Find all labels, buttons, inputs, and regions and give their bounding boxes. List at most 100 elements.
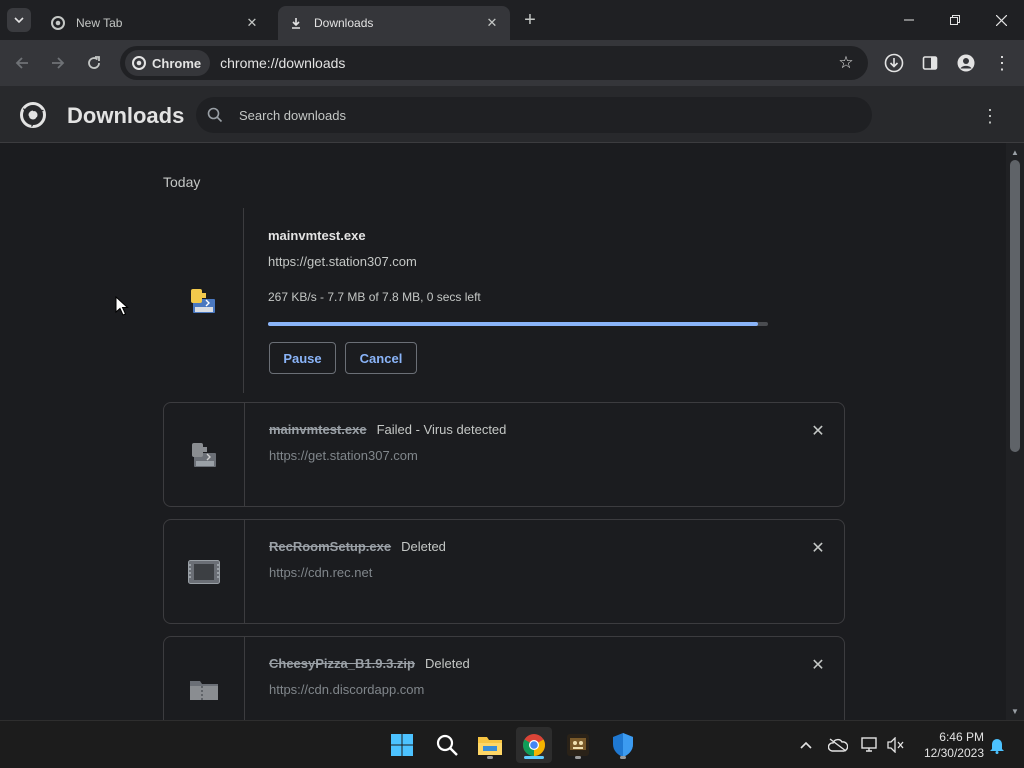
status-text: Deleted <box>401 539 446 554</box>
status-text: Deleted <box>424 656 470 671</box>
new-tab-button[interactable]: + <box>518 8 542 32</box>
notifications-button[interactable] <box>987 735 1007 755</box>
chrome-icon <box>50 15 66 31</box>
start-button[interactable] <box>384 727 420 763</box>
cancel-button[interactable]: Cancel <box>345 342 417 374</box>
file-url[interactable]: https://cdn.rec.net <box>269 565 372 580</box>
close-icon: ✕ <box>811 540 825 557</box>
search-icon <box>207 107 223 123</box>
network-button[interactable] <box>860 735 880 755</box>
network-icon <box>861 737 877 752</box>
file-icon-column <box>164 520 245 623</box>
chrome-icon <box>523 734 545 756</box>
close-icon: ✕ <box>811 423 825 440</box>
downloads-button[interactable] <box>880 49 908 77</box>
system-clock[interactable]: 6:46 PM 12/30/2023 <box>916 729 984 761</box>
chevron-up-icon <box>800 741 812 749</box>
file-explorer-button[interactable] <box>472 727 508 763</box>
chrome-icon <box>132 56 146 70</box>
running-indicator <box>620 756 626 759</box>
star-icon: ☆ <box>838 53 854 72</box>
more-vert-icon: ⋮ <box>993 52 1011 73</box>
restore-button[interactable] <box>932 0 978 40</box>
download-circle-icon <box>884 53 904 73</box>
tab-title: New Tab <box>76 16 123 30</box>
close-icon[interactable]: ✕ <box>244 15 260 31</box>
arrow-left-icon <box>15 57 28 69</box>
address-bar[interactable]: Chrome chrome://downloads ☆ <box>120 46 868 80</box>
close-icon[interactable]: ✕ <box>484 15 500 31</box>
folder-icon <box>478 737 502 755</box>
tray-overflow-button[interactable] <box>796 735 816 755</box>
url-text[interactable]: chrome://downloads <box>220 55 345 71</box>
file-name-row: mainvmtest.exe Failed - Virus detected <box>269 422 506 437</box>
close-window-button[interactable] <box>978 0 1024 40</box>
onedrive-button[interactable] <box>828 735 848 755</box>
file-name-row: CheesyPizza_B1.9.3.zip Deleted <box>269 656 470 671</box>
back-button[interactable] <box>8 49 36 77</box>
scrollbar[interactable]: ▲ ▼ <box>1006 143 1024 720</box>
download-item: mainvmtest.exe Failed - Virus detected ht… <box>163 402 845 507</box>
search-input[interactable] <box>239 107 839 123</box>
forward-button[interactable] <box>44 49 72 77</box>
file-url[interactable]: https://get.station307.com <box>269 448 418 463</box>
scroll-up-icon[interactable]: ▲ <box>1010 147 1020 157</box>
game-app-icon <box>567 734 589 756</box>
chrome-taskbar-button[interactable] <box>516 727 552 763</box>
search-button[interactable] <box>429 727 465 763</box>
downloads-list: Today mainvmtest.exe https://get.station… <box>0 143 1006 720</box>
clock-time: 6:46 PM <box>939 730 984 744</box>
file-name[interactable]: mainvmtest.exe <box>269 422 367 437</box>
game-app-button[interactable] <box>560 727 596 763</box>
more-vert-icon: ⋮ <box>981 105 999 126</box>
date-heading: Today <box>163 174 201 190</box>
browser-toolbar: Chrome chrome://downloads ☆ ⋮ <box>0 40 1024 86</box>
download-item-active: mainvmtest.exe https://get.station307.co… <box>163 208 845 393</box>
running-indicator <box>575 756 581 759</box>
file-name[interactable]: RecRoomSetup.exe <box>269 539 391 554</box>
profile-button[interactable] <box>952 49 980 77</box>
restore-icon <box>950 15 960 25</box>
search-icon <box>436 734 458 756</box>
tab-search-button[interactable] <box>7 8 31 32</box>
chrome-logo-icon <box>20 102 46 128</box>
file-name-row: RecRoomSetup.exe Deleted <box>269 539 446 554</box>
bookmark-button[interactable]: ☆ <box>836 53 856 73</box>
running-indicator <box>487 756 493 759</box>
file-name[interactable]: CheesyPizza_B1.9.3.zip <box>269 656 415 671</box>
minimize-button[interactable] <box>886 0 932 40</box>
file-url[interactable]: https://get.station307.com <box>268 254 417 269</box>
file-icon-column <box>163 208 244 393</box>
scroll-down-icon[interactable]: ▼ <box>1010 706 1020 716</box>
reload-button[interactable] <box>80 49 108 77</box>
remove-button[interactable]: ✕ <box>808 538 828 558</box>
tab-new-tab[interactable]: New Tab ✕ <box>40 6 270 40</box>
plus-icon: + <box>524 8 536 31</box>
site-chip[interactable]: Chrome <box>125 50 211 76</box>
scroll-thumb[interactable] <box>1010 160 1020 452</box>
remove-button[interactable]: ✕ <box>808 655 828 675</box>
windows-icon <box>391 734 413 756</box>
cloud-offline-icon <box>828 738 848 752</box>
pause-button[interactable]: Pause <box>269 342 336 374</box>
page-title: Downloads <box>67 103 185 128</box>
reload-icon <box>88 56 100 69</box>
close-icon: ✕ <box>811 657 825 674</box>
side-panel-icon <box>922 56 938 70</box>
remove-button[interactable]: ✕ <box>808 421 828 441</box>
window-app-icon <box>188 559 220 584</box>
volume-button[interactable] <box>886 735 906 755</box>
side-panel-button[interactable] <box>916 49 944 77</box>
chrome-menu-button[interactable]: ⋮ <box>988 49 1016 77</box>
file-icon-column <box>164 637 245 720</box>
search-downloads[interactable] <box>196 97 872 133</box>
taskbar: 6:46 PM 12/30/2023 <box>0 720 1024 768</box>
download-item: RecRoomSetup.exe Deleted https://cdn.rec.… <box>163 519 845 624</box>
tab-downloads[interactable]: Downloads ✕ <box>278 6 510 40</box>
progress-fill <box>268 322 758 326</box>
downloads-menu-button[interactable]: ⋮ <box>978 104 1002 128</box>
volume-muted-icon <box>887 737 904 753</box>
security-app-button[interactable] <box>605 727 641 763</box>
file-name[interactable]: mainvmtest.exe <box>268 228 366 243</box>
file-url[interactable]: https://cdn.discordapp.com <box>269 682 424 697</box>
